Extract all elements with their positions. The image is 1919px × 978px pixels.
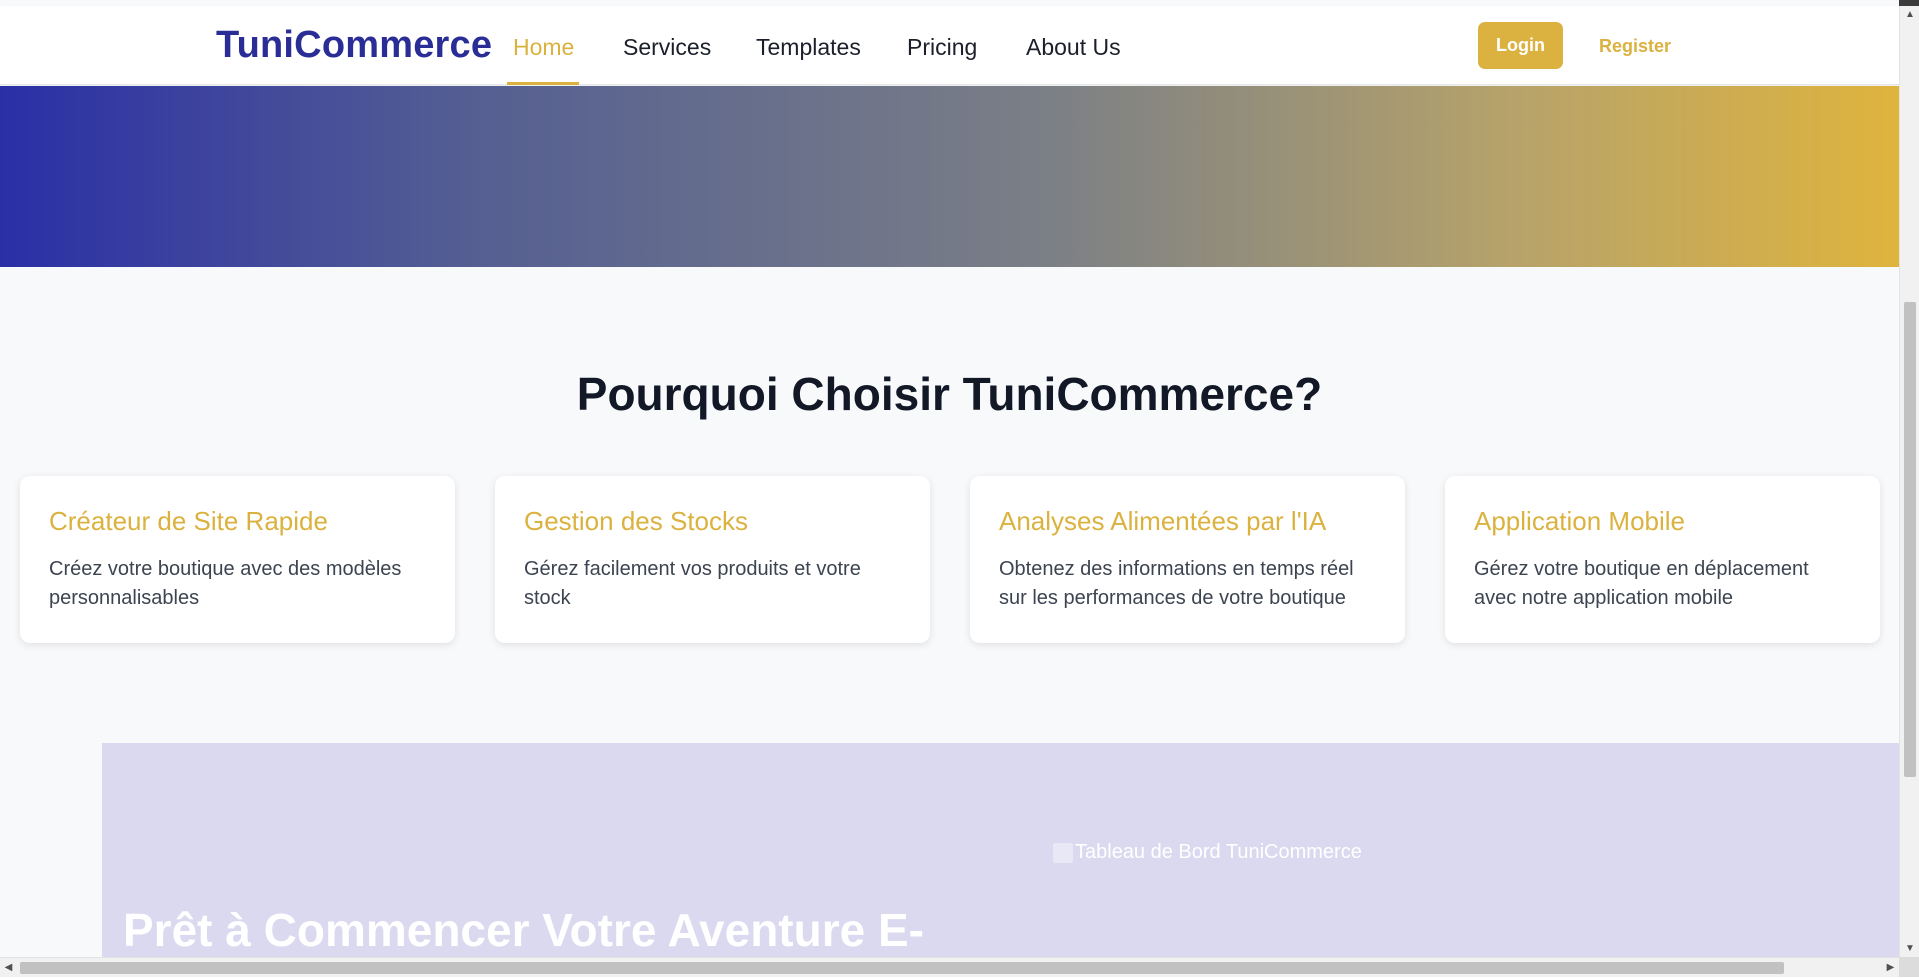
scroll-left-icon[interactable]: ◀: [0, 958, 17, 978]
feature-card-text: Obtenez des informations en temps réel s…: [999, 558, 1354, 609]
broken-image-icon: [1053, 842, 1073, 863]
scrollbar-corner: [1899, 957, 1919, 977]
section-title: Pourquoi Choisir TuniCommerce?: [576, 368, 1323, 420]
nav-link-home[interactable]: Home: [513, 34, 574, 61]
navbar: TuniCommerce Home Services Templates Pri…: [0, 6, 1899, 85]
feature-card-title: Gestion des Stocks: [524, 506, 748, 536]
feature-card: Gestion des Stocks Gérez facilement vos …: [495, 476, 930, 643]
feature-card-text: Gérez votre boutique en déplacement avec…: [1474, 558, 1809, 609]
register-link[interactable]: Register: [1599, 36, 1671, 57]
cta-section: Tableau de Bord TuniCommerce Prêt à Comm…: [102, 743, 1899, 957]
dashboard-image-alt: Tableau de Bord TuniCommerce: [1075, 841, 1362, 863]
nav-link-templates[interactable]: Templates: [756, 34, 861, 61]
feature-card-title: Application Mobile: [1474, 506, 1686, 536]
horizontal-scrollbar[interactable]: ◀ ▶: [0, 957, 1899, 977]
horizontal-scroll-thumb[interactable]: [20, 962, 1784, 974]
vertical-scroll-thumb[interactable]: [1904, 302, 1916, 777]
features-section: Pourquoi Choisir TuniCommerce? Créateur …: [0, 267, 1899, 743]
cta-title: Prêt à Commencer Votre Aventure E-: [123, 904, 924, 956]
feature-card-text: Créez votre boutique avec des modèles pe…: [49, 558, 402, 609]
brand-logo[interactable]: TuniCommerce: [216, 24, 492, 67]
feature-card-title: Créateur de Site Rapide: [49, 506, 328, 536]
nav-link-about-us[interactable]: About Us: [1026, 34, 1121, 61]
nav-link-pricing[interactable]: Pricing: [907, 34, 977, 61]
scroll-up-icon[interactable]: ▲: [1900, 6, 1919, 23]
feature-card-text: Gérez facilement vos produits et votre s…: [524, 558, 861, 609]
nav-link-services[interactable]: Services: [623, 34, 711, 61]
feature-card-title: Analyses Alimentées par l'IA: [999, 506, 1327, 536]
vertical-scrollbar[interactable]: ▲ ▼: [1899, 6, 1919, 957]
scroll-right-icon[interactable]: ▶: [1882, 958, 1899, 978]
hero-gradient-banner: [0, 86, 1899, 267]
feature-card: Application Mobile Gérez votre boutique …: [1445, 476, 1880, 643]
login-button[interactable]: Login: [1478, 22, 1563, 69]
page-viewport: TuniCommerce Home Services Templates Pri…: [0, 0, 1899, 957]
scroll-down-icon[interactable]: ▼: [1900, 940, 1919, 957]
feature-card: Analyses Alimentées par l'IA Obtenez des…: [970, 476, 1405, 643]
dashboard-image: Tableau de Bord TuniCommerce: [1053, 841, 1362, 864]
feature-card: Créateur de Site Rapide Créez votre bout…: [20, 476, 455, 643]
nav-active-indicator: [507, 82, 579, 85]
